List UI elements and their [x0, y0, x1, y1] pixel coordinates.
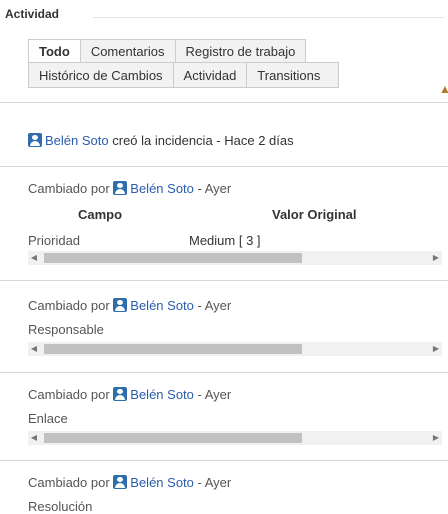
- horizontal-scrollbar[interactable]: ◀ ▶: [28, 251, 442, 265]
- arrow-left-icon[interactable]: ◀: [28, 431, 40, 445]
- arrow-right-icon[interactable]: ▶: [430, 431, 442, 445]
- change-header: Cambiado por Belén Soto - Ayer: [28, 475, 231, 490]
- change-time: - Ayer: [197, 475, 232, 490]
- user-icon: [28, 133, 42, 147]
- user-link[interactable]: Belén Soto: [45, 133, 109, 148]
- user-link[interactable]: Belén Soto: [130, 181, 194, 196]
- user-icon: [113, 387, 128, 401]
- scrollbar-thumb[interactable]: [44, 253, 302, 263]
- horizontal-scrollbar[interactable]: ◀ ▶: [28, 431, 442, 445]
- column-header-field: Campo: [78, 207, 123, 222]
- arrow-right-icon[interactable]: ▶: [430, 251, 442, 265]
- tab-transitions[interactable]: Transitions: [246, 62, 340, 88]
- original-value: Medium [ 3 ]: [189, 233, 261, 248]
- changed-by-label: Cambiado por: [28, 298, 110, 313]
- divider: [0, 166, 448, 167]
- divider: [0, 102, 448, 103]
- user-icon: [113, 181, 128, 195]
- user-link[interactable]: Belén Soto: [130, 475, 194, 490]
- change-time: - Ayer: [197, 387, 232, 402]
- arrow-left-icon[interactable]: ◀: [28, 251, 40, 265]
- changed-by-label: Cambiado por: [28, 475, 110, 490]
- changed-by-label: Cambiado por: [28, 181, 110, 196]
- divider: [0, 372, 448, 373]
- user-link[interactable]: Belén Soto: [130, 298, 194, 313]
- tab-actividad[interactable]: Actividad: [172, 62, 248, 88]
- divider: [0, 460, 448, 461]
- change-time: - Ayer: [197, 298, 232, 313]
- change-header: Cambiado por Belén Soto - Ayer: [28, 298, 231, 313]
- column-header-original: Valor Original: [272, 207, 357, 222]
- tab-comentarios[interactable]: Comentarios: [79, 39, 176, 63]
- activity-tabs: Todo Comentarios Registro de trabajo His…: [28, 39, 362, 88]
- tab-todo[interactable]: Todo: [28, 39, 81, 63]
- created-text: creó la incidencia - Hace 2 días: [112, 133, 294, 148]
- field-name: Prioridad: [28, 233, 81, 248]
- change-header: Cambiado por Belén Soto - Ayer: [28, 387, 231, 402]
- field-name: Enlace: [28, 411, 68, 426]
- chevron-up-icon[interactable]: ▲: [439, 82, 448, 96]
- user-link[interactable]: Belén Soto: [130, 387, 194, 402]
- section-title: Actividad: [5, 7, 60, 21]
- user-icon: [113, 475, 128, 489]
- arrow-right-icon[interactable]: ▶: [430, 342, 442, 356]
- divider: [0, 280, 448, 281]
- field-name: Resolución: [28, 499, 93, 514]
- created-entry: Belén Soto creó la incidencia - Hace 2 d…: [28, 133, 294, 148]
- field-name: Responsable: [28, 322, 104, 337]
- change-time: - Ayer: [197, 181, 232, 196]
- activity-section-header: Actividad: [5, 5, 448, 23]
- arrow-left-icon[interactable]: ◀: [28, 342, 40, 356]
- divider: [93, 17, 444, 18]
- change-header: Cambiado por Belén Soto - Ayer: [28, 181, 231, 196]
- horizontal-scrollbar[interactable]: ◀ ▶: [28, 342, 442, 356]
- changed-by-label: Cambiado por: [28, 387, 110, 402]
- scrollbar-thumb[interactable]: [44, 344, 302, 354]
- scrollbar-thumb[interactable]: [44, 433, 302, 443]
- tab-historico-de-cambios[interactable]: Histórico de Cambios: [28, 62, 174, 88]
- tab-registro-de-trabajo[interactable]: Registro de trabajo: [174, 39, 307, 63]
- user-icon: [113, 298, 128, 312]
